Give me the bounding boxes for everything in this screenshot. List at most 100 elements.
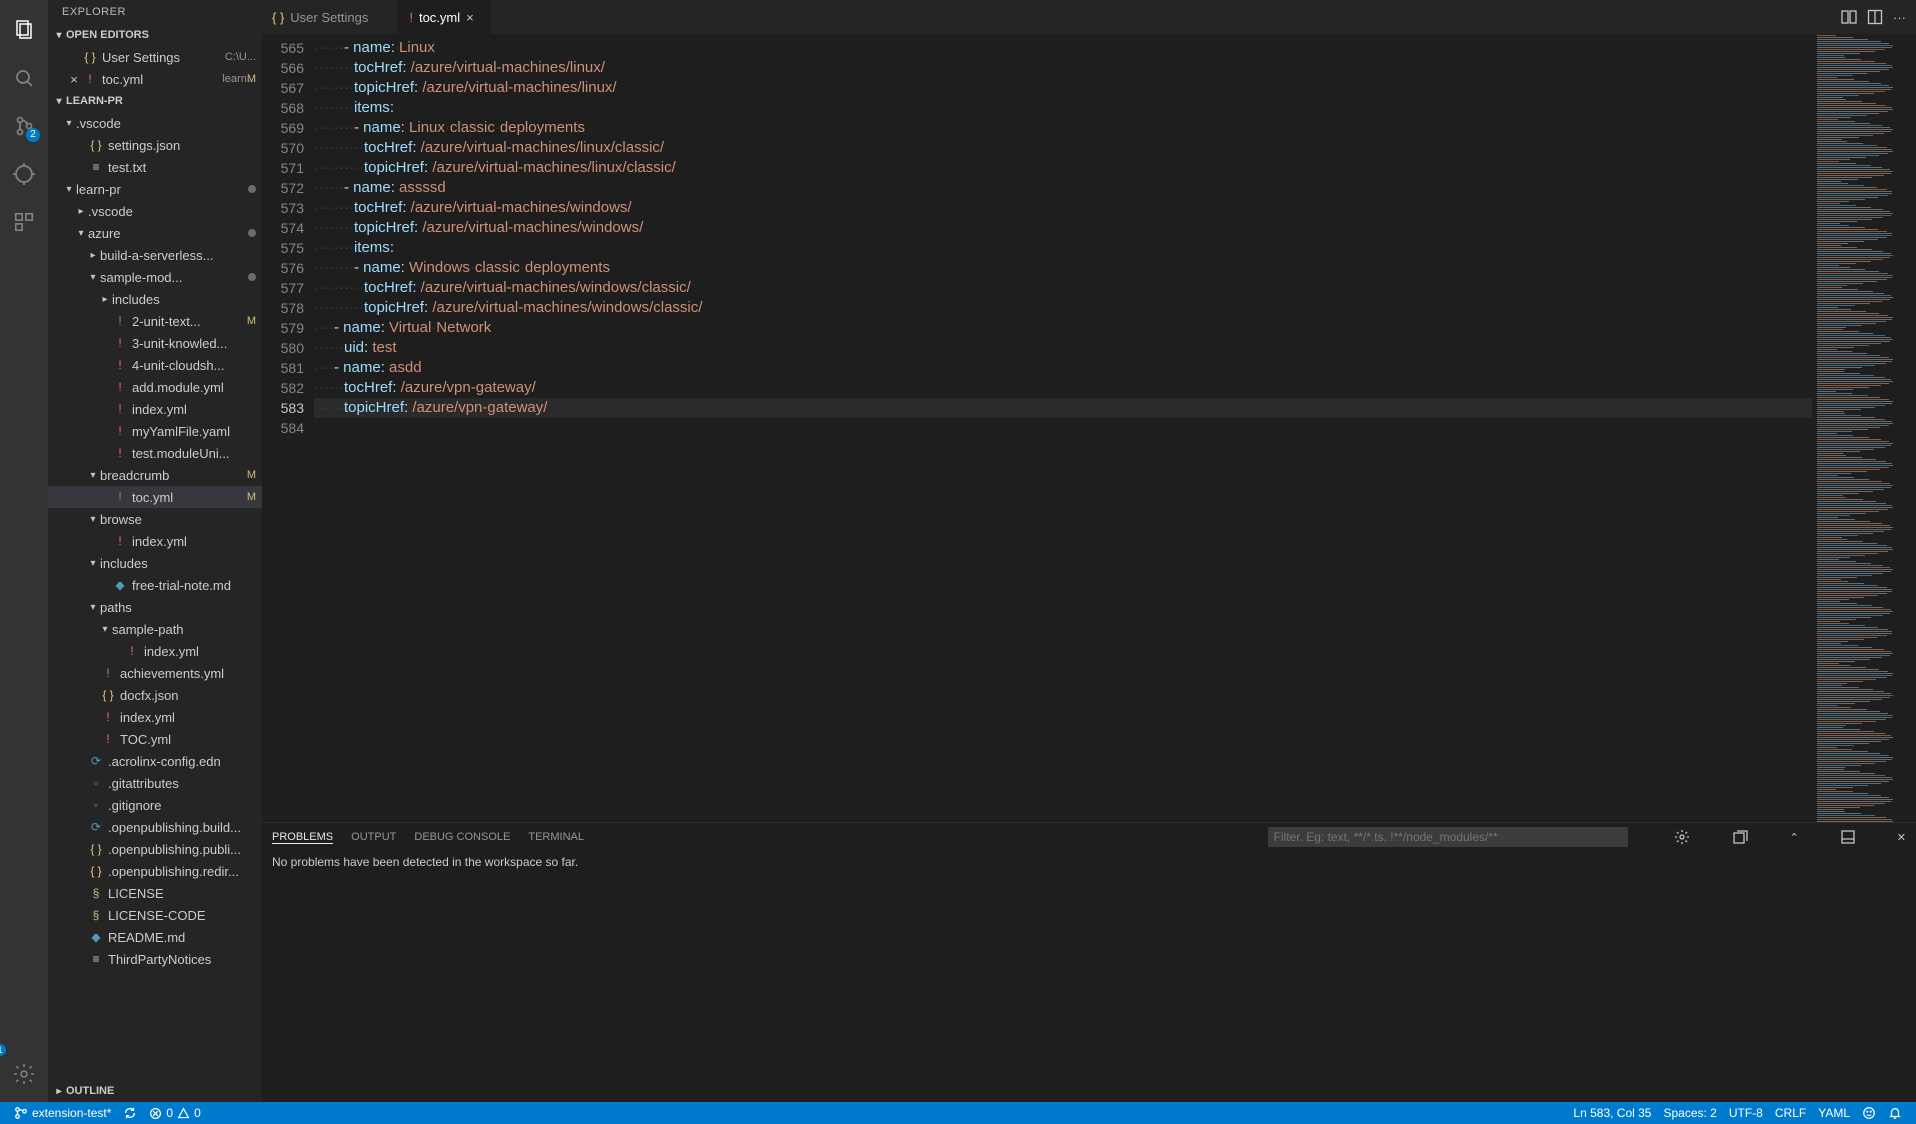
scrollbar-vertical[interactable] [1908, 34, 1916, 822]
minimap[interactable] [1812, 34, 1908, 822]
file-item[interactable]: !index.yml [48, 530, 262, 552]
status-cursor-position[interactable]: Ln 583, Col 35 [1567, 1102, 1657, 1124]
folder-item[interactable]: ▸.vscode [48, 200, 262, 222]
code-content[interactable]: ······- name: Linux········tocHref: /azu… [314, 34, 1812, 822]
activity-search-icon[interactable] [0, 54, 48, 102]
file-item[interactable]: { }docfx.json [48, 684, 262, 706]
folder-item[interactable]: ▾.vscode [48, 112, 262, 134]
status-encoding[interactable]: UTF-8 [1723, 1102, 1769, 1124]
file-item[interactable]: !2-unit-text...M [48, 310, 262, 332]
folder-item[interactable]: ▾azure [48, 222, 262, 244]
file-item[interactable]: !3-unit-knowled... [48, 332, 262, 354]
editor-group: { }User Settings!toc.yml× ··· 5655665675… [262, 0, 1916, 1102]
file-item[interactable]: { }.openpublishing.publi... [48, 838, 262, 860]
status-eol[interactable]: CRLF [1769, 1102, 1812, 1124]
close-icon[interactable]: × [66, 72, 82, 87]
file-item[interactable]: !index.yml [48, 706, 262, 728]
folder-item[interactable]: ▾includes [48, 552, 262, 574]
file-item[interactable]: !index.yml [48, 640, 262, 662]
tree-item-label: add.module.yml [132, 380, 256, 395]
tree-item-label: index.yml [120, 710, 256, 725]
file-item[interactable]: { }settings.json [48, 134, 262, 156]
status-warnings: 0 [194, 1106, 201, 1120]
file-item[interactable]: ◦.gitignore [48, 794, 262, 816]
activity-scm-icon[interactable]: 2 [0, 102, 48, 150]
activity-explorer-icon[interactable] [0, 6, 48, 54]
close-icon[interactable]: × [466, 10, 480, 25]
file-item[interactable]: §LICENSE [48, 882, 262, 904]
collapse-all-icon[interactable] [1732, 829, 1748, 845]
panel-tab[interactable]: PROBLEMS [272, 831, 333, 844]
file-item[interactable]: §LICENSE-CODE [48, 904, 262, 926]
compare-icon[interactable] [1841, 9, 1857, 25]
status-feedback-icon[interactable] [1856, 1102, 1882, 1124]
problems-message: No problems have been detected in the wo… [272, 855, 578, 869]
file-item[interactable]: ! achievements.yml [48, 662, 262, 684]
folder-item[interactable]: ▾paths [48, 596, 262, 618]
file-item[interactable]: !index.yml [48, 398, 262, 420]
yaml-file-icon: ! [112, 380, 128, 394]
status-bell-icon[interactable] [1882, 1102, 1908, 1124]
js-file-icon: ⟳ [88, 820, 104, 834]
open-editor-item[interactable]: ×!toc.ymllearn...M [48, 68, 262, 90]
workspace-section[interactable]: ▾ LEARN-PR [48, 90, 262, 112]
file-item[interactable]: !4-unit-cloudsh... [48, 354, 262, 376]
panel-tab[interactable]: TERMINAL [528, 831, 584, 844]
open-editor-label: toc.yml [102, 72, 218, 87]
split-editor-icon[interactable] [1867, 9, 1883, 25]
status-indentation[interactable]: Spaces: 2 [1657, 1102, 1722, 1124]
problems-filter-input[interactable] [1268, 827, 1628, 847]
file-item[interactable]: ◦.gitattributes [48, 772, 262, 794]
status-branch[interactable]: extension-test* [8, 1102, 117, 1124]
file-item[interactable]: ◆free-trial-note.md [48, 574, 262, 596]
chevron-down-icon: ▾ [86, 470, 100, 481]
panel-tab[interactable]: OUTPUT [351, 831, 396, 844]
editor-tab[interactable]: { }User Settings [262, 0, 399, 34]
status-language[interactable]: YAML [1812, 1102, 1856, 1124]
bottom-panel: PROBLEMS OUTPUT DEBUG CONSOLE TERMINAL ⌃ ✕ [262, 822, 1916, 1102]
file-item[interactable]: ◆README.md [48, 926, 262, 948]
status-sync[interactable] [117, 1102, 143, 1124]
file-item[interactable]: !myYamlFile.yaml [48, 420, 262, 442]
activity-extensions-icon[interactable] [0, 198, 48, 246]
file-item[interactable]: !TOC.yml [48, 728, 262, 750]
code-editor[interactable]: 5655665675685695705715725735745755765775… [262, 34, 1916, 822]
panel-tab[interactable]: DEBUG CONSOLE [414, 831, 510, 844]
file-item[interactable]: !test.moduleUni... [48, 442, 262, 464]
panel-close-icon[interactable]: ✕ [1897, 831, 1906, 844]
file-item[interactable]: ! add.module.yml [48, 376, 262, 398]
tree-item-label: achievements.yml [120, 666, 256, 681]
yaml-file-icon: ! [100, 666, 116, 680]
chevron-down-icon: ▾ [62, 184, 76, 195]
status-errors: 0 [166, 1106, 173, 1120]
file-item[interactable]: ⟳.acrolinx-config.edn [48, 750, 262, 772]
tree-item-label: toc.yml [132, 490, 256, 505]
file-item[interactable]: !toc.ymlM [48, 486, 262, 508]
open-editor-item[interactable]: { }User SettingsC:\U... [48, 46, 262, 68]
line-number-gutter: 5655665675685695705715725735745755765775… [262, 34, 314, 822]
folder-item[interactable]: ▾learn-pr [48, 178, 262, 200]
folder-item[interactable]: ▾sample-path [48, 618, 262, 640]
file-item[interactable]: ⟳.openpublishing.build... [48, 816, 262, 838]
outline-section[interactable]: ▸ OUTLINE [48, 1080, 262, 1102]
git-file-icon: ◦ [88, 776, 104, 790]
folder-item[interactable]: ▾breadcrumbM [48, 464, 262, 486]
folder-item[interactable]: ▸includes [48, 288, 262, 310]
tab-label: toc.yml [419, 10, 460, 25]
tree-item-label: free-trial-note.md [132, 578, 256, 593]
file-item[interactable]: ≡test.txt [48, 156, 262, 178]
more-actions-icon[interactable]: ··· [1893, 10, 1906, 25]
activity-debug-icon[interactable] [0, 150, 48, 198]
folder-item[interactable]: ▸build-a-serverless... [48, 244, 262, 266]
open-editors-section[interactable]: ▾ OPEN EDITORS [48, 24, 262, 46]
folder-item[interactable]: ▾browse [48, 508, 262, 530]
panel-up-icon[interactable]: ⌃ [1790, 831, 1799, 844]
filter-settings-icon[interactable] [1674, 829, 1690, 845]
panel-maximize-icon[interactable] [1841, 830, 1855, 844]
editor-tab[interactable]: !toc.yml× [399, 0, 491, 34]
status-problems[interactable]: 0 0 [143, 1102, 206, 1124]
file-item[interactable]: ≡ThirdPartyNotices [48, 948, 262, 970]
folder-item[interactable]: ▾sample-mod... [48, 266, 262, 288]
file-item[interactable]: { }.openpublishing.redir... [48, 860, 262, 882]
activity-settings-icon[interactable]: 1 [0, 1050, 48, 1098]
